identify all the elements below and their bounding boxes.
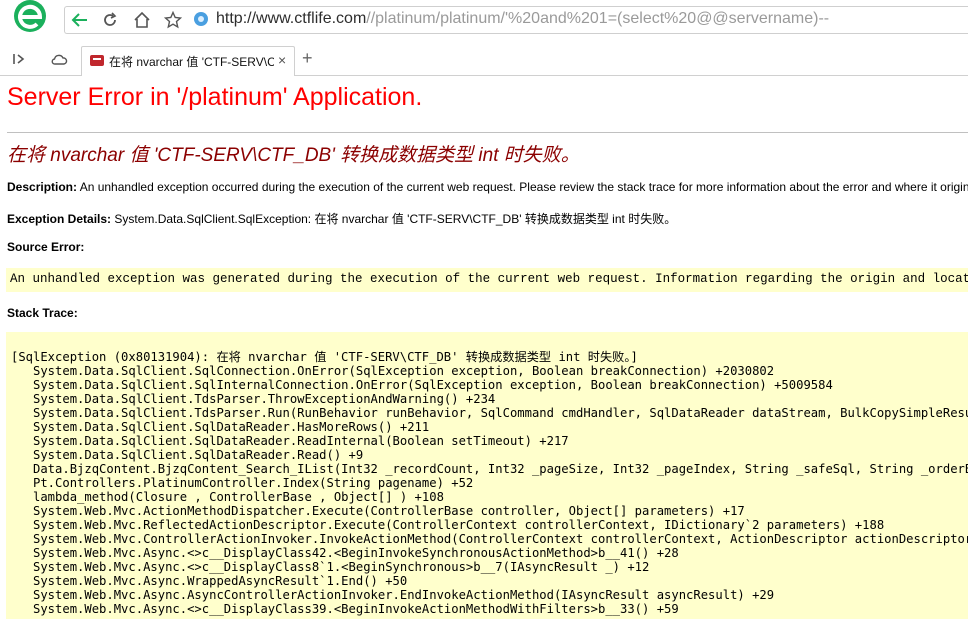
tab-bar: 在将 nvarchar 值 'CTF-SERV\CTF_DB' 转换成数据类型 …: [0, 44, 968, 76]
close-icon[interactable]: ×: [278, 52, 286, 68]
stack-line: System.Data.SqlClient.SqlDataReader.Read…: [33, 434, 569, 448]
description-label: Description:: [7, 180, 78, 194]
stack-line: System.Web.Mvc.Async.AsyncControllerActi…: [33, 588, 775, 602]
back-icon[interactable]: [69, 9, 91, 31]
page-content: Server Error in '/platinum' Application.…: [0, 76, 968, 619]
stack-line: Data.BjzqContent.BjzqContent_Search_ILis…: [33, 462, 968, 476]
stack-line: System.Data.SqlClient.SqlInternalConnect…: [33, 378, 833, 392]
stack-line: System.Data.SqlClient.SqlDataReader.Read…: [33, 448, 364, 462]
stack-line: System.Web.Mvc.Async.<>c__DisplayClass8`…: [33, 560, 650, 574]
stack-line: System.Data.SqlClient.SqlDataReader.HasM…: [33, 420, 430, 434]
new-tab-button[interactable]: +: [302, 48, 313, 69]
stack-line: System.Web.Mvc.Async.<>c__DisplayClass39…: [33, 602, 679, 616]
source-error-box: An unhandled exception was generated dur…: [6, 268, 968, 292]
url-host: http://www.ctflife.com: [216, 10, 367, 27]
stack-line: System.Data.SqlClient.SqlConnection.OnEr…: [33, 364, 775, 378]
stack-line: System.Web.Mvc.Async.WrappedAsyncResult`…: [33, 574, 408, 588]
url-text[interactable]: http://www.ctflife.com//platinum/platinu…: [216, 10, 829, 28]
browser-logo-icon[interactable]: [9, 0, 51, 36]
tab-active[interactable]: 在将 nvarchar 值 'CTF-SERV\CTF_DB' 转换成数据类型 …: [81, 46, 295, 76]
tab-favicon-icon: [90, 55, 104, 66]
browser-toolbar: http://www.ctflife.com//platinum/platinu…: [0, 0, 968, 40]
stack-trace-text: [SqlException (0x80131904): 在将 nvarchar …: [11, 350, 968, 616]
stack-line: Pt.Controllers.PlatinumController.Index(…: [33, 476, 474, 490]
page-title: Server Error in '/platinum' Application.: [7, 83, 423, 111]
stack-line: System.Web.Mvc.ReflectedActionDescriptor…: [33, 518, 885, 532]
source-error-heading: Source Error:: [7, 240, 84, 254]
stack-line: System.Data.SqlClient.TdsParser.Run(RunB…: [33, 406, 968, 420]
stack-line: System.Web.Mvc.ActionMethodDispatcher.Ex…: [33, 504, 745, 518]
divider: [7, 132, 968, 133]
source-error-label: Source Error:: [7, 240, 85, 254]
tab-title: 在将 nvarchar 值 'CTF-SERV\CTF_DB' 转换成数据类型 …: [109, 55, 274, 69]
exception-text: System.Data.SqlClient.SqlException: 在将 n…: [111, 212, 677, 226]
stack-trace-box: [SqlException (0x80131904): 在将 nvarchar …: [6, 332, 968, 619]
stack-trace-label: Stack Trace:: [7, 306, 78, 320]
stack-line: [SqlException (0x80131904): 在将 nvarchar …: [11, 350, 638, 364]
error-message: 在将 nvarchar 值 'CTF-SERV\CTF_DB' 转换成数据类型 …: [7, 145, 580, 166]
refresh-icon[interactable]: [99, 9, 121, 31]
source-error-text: An unhandled exception was generated dur…: [10, 272, 968, 286]
exception-label: Exception Details:: [7, 212, 112, 226]
stack-line: lambda_method(Closure , ControllerBase ,…: [33, 490, 444, 504]
description-text: An unhandled exception occurred during t…: [77, 180, 968, 194]
globe-icon: [194, 12, 208, 26]
stack-trace-heading: Stack Trace:: [7, 306, 78, 320]
url-path: //platinum/platinum/'%20and%201=(select%…: [366, 10, 830, 27]
stack-line: System.Web.Mvc.Async.<>c__DisplayClass42…: [33, 546, 679, 560]
stack-line: System.Web.Mvc.ControllerActionInvoker.I…: [33, 532, 968, 546]
exception-details: Exception Details: System.Data.SqlClient…: [7, 210, 676, 227]
cloud-icon[interactable]: [48, 48, 70, 70]
stack-line: System.Data.SqlClient.TdsParser.ThrowExc…: [33, 392, 496, 406]
home-icon[interactable]: [131, 9, 153, 31]
sidebar-toggle-icon[interactable]: [8, 48, 30, 70]
bookmark-star-icon[interactable]: [162, 9, 184, 31]
description: Description: An unhandled exception occu…: [7, 180, 968, 194]
